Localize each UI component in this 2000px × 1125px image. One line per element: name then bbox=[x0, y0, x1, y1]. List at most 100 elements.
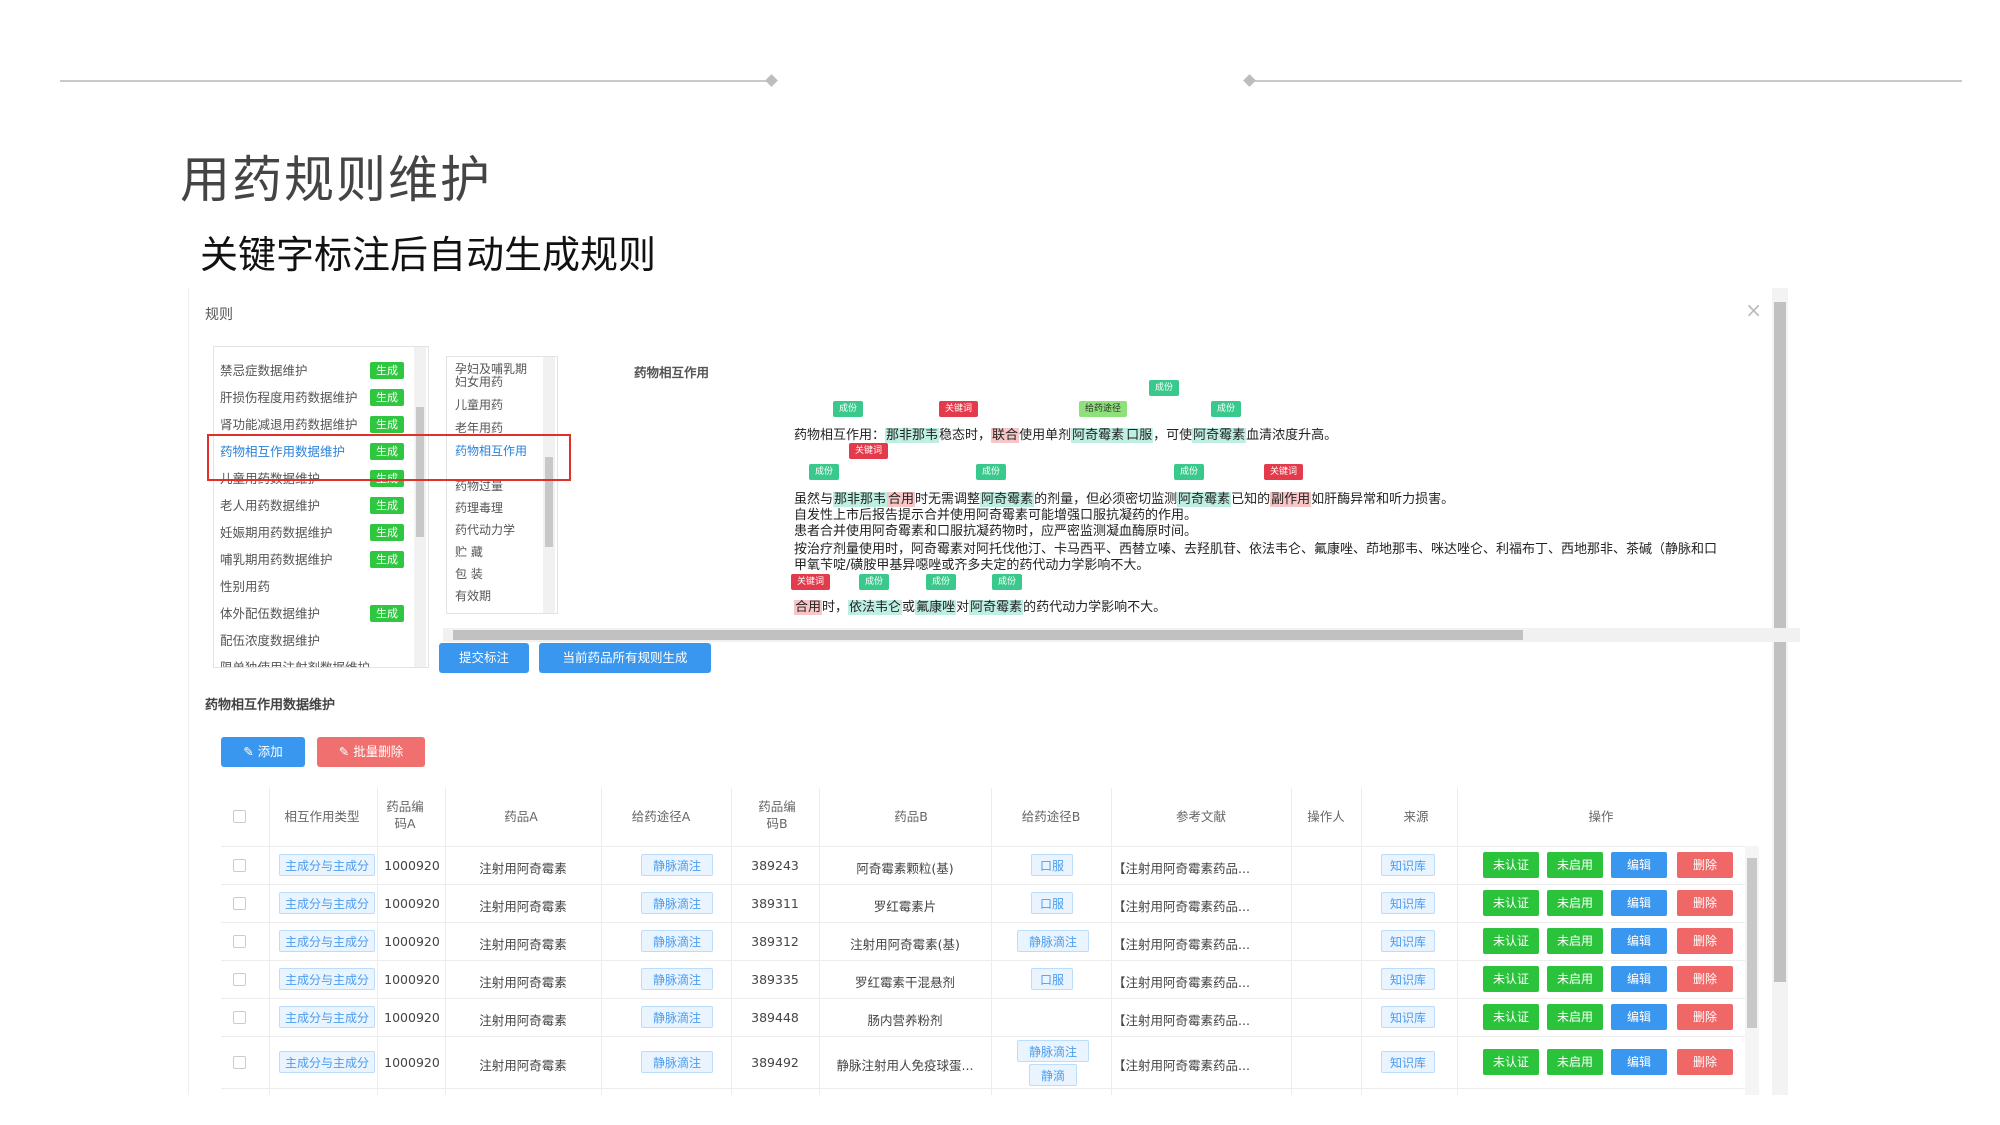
tag-keyword: 关键词 bbox=[791, 574, 831, 590]
tag-ingredient: 成份 bbox=[833, 401, 864, 417]
interaction-type-chip: 主成分与主成分 bbox=[279, 892, 375, 914]
rule-item[interactable]: 妊娠期用药数据维护 生成 bbox=[220, 519, 410, 546]
tag-ingredient: 成份 bbox=[1211, 401, 1242, 417]
column-divider bbox=[991, 788, 992, 1095]
route-b-chip: 静脉滴注 bbox=[1017, 930, 1089, 952]
delete-button[interactable]: 删除 bbox=[1677, 928, 1733, 954]
disabled-button[interactable]: 未启用 bbox=[1547, 966, 1603, 992]
row-checkbox[interactable] bbox=[233, 1011, 246, 1024]
unverified-button[interactable]: 未认证 bbox=[1483, 852, 1539, 878]
header-diamond-left bbox=[765, 74, 778, 87]
drug-code-a: 1000920 bbox=[384, 1055, 440, 1070]
line7-text: 对 bbox=[956, 600, 970, 615]
delete-button[interactable]: 删除 bbox=[1677, 852, 1733, 878]
select-all-checkbox[interactable] bbox=[233, 810, 246, 823]
annotation-hscrollbar[interactable] bbox=[443, 628, 1800, 642]
generate-badge[interactable]: 生成 bbox=[370, 389, 404, 406]
reference: 【注射用阿奇霉素药品... bbox=[1113, 1013, 1250, 1028]
keyword-ingredient[interactable]: 依法韦仑 bbox=[848, 600, 903, 615]
unverified-button[interactable]: 未认证 bbox=[1483, 928, 1539, 954]
unverified-button[interactable]: 未认证 bbox=[1483, 890, 1539, 916]
rule-item-label: 哺乳期用药数据维护 bbox=[220, 552, 333, 567]
table-scrollbar[interactable] bbox=[1745, 846, 1759, 1095]
delete-button[interactable]: 删除 bbox=[1677, 1004, 1733, 1030]
keyword-ingredient[interactable]: 那非那韦 bbox=[885, 428, 940, 443]
slide-title: 用药规则维护 bbox=[180, 151, 492, 209]
delete-button[interactable]: 删除 bbox=[1677, 966, 1733, 992]
rule-item[interactable]: 体外配伍数据维护 生成 bbox=[220, 600, 410, 627]
row-divider bbox=[221, 960, 1751, 961]
delete-button[interactable]: 删除 bbox=[1677, 1049, 1733, 1075]
unverified-button[interactable]: 未认证 bbox=[1483, 1049, 1539, 1075]
generate-badge[interactable]: 生成 bbox=[370, 524, 404, 541]
rule-item[interactable]: 禁忌症数据维护 生成 bbox=[220, 357, 410, 384]
keyword-ingredient[interactable]: 氟康唑 bbox=[915, 600, 957, 615]
rule-item[interactable]: 限单独使用注射剂数据维护 bbox=[220, 654, 410, 667]
annotation-line-1: 药物相互作用：那非那韦稳态时，联合使用单剂阿奇霉素 口服，可使阿奇霉素血清浓度升高… bbox=[794, 424, 1337, 443]
edit-button[interactable]: 编辑 bbox=[1611, 1049, 1667, 1075]
reference: 【注射用阿奇霉素药品... bbox=[1113, 975, 1250, 990]
drug-a: 注射用阿奇霉素 bbox=[479, 1013, 567, 1028]
keyword-ingredient[interactable]: 阿奇霉素 bbox=[1071, 428, 1126, 443]
keyword-action[interactable]: 副作用 bbox=[1270, 492, 1312, 507]
generate-badge[interactable]: 生成 bbox=[370, 362, 404, 379]
rule-list-scrollbar[interactable] bbox=[414, 347, 426, 667]
rule-item[interactable]: 老人用药数据维护 生成 bbox=[220, 492, 410, 519]
row-checkbox[interactable] bbox=[233, 1056, 246, 1069]
drug-b: 肠内营养粉剂 bbox=[867, 1013, 943, 1028]
edit-icon: ✎ bbox=[338, 744, 354, 759]
disabled-button[interactable]: 未启用 bbox=[1547, 1004, 1603, 1030]
row-checkbox[interactable] bbox=[233, 935, 246, 948]
add-button[interactable]: ✎ 添加 bbox=[221, 737, 305, 767]
row-checkbox[interactable] bbox=[233, 897, 246, 910]
line1-text: ，可使 bbox=[1153, 428, 1193, 443]
keyword-ingredient[interactable]: 阿奇霉素 bbox=[1192, 428, 1247, 443]
column-divider bbox=[1291, 788, 1292, 1095]
disabled-button[interactable]: 未启用 bbox=[1547, 1049, 1603, 1075]
submit-annotation-button[interactable]: 提交标注 bbox=[439, 643, 529, 673]
column-header: 药品编码A bbox=[386, 799, 424, 831]
keyword-action[interactable]: 合用 bbox=[794, 600, 823, 615]
reference: 【注射用阿奇霉素药品... bbox=[1113, 1058, 1250, 1073]
disabled-button[interactable]: 未启用 bbox=[1547, 852, 1603, 878]
keyword-route[interactable]: 口服 bbox=[1125, 428, 1154, 443]
edit-button[interactable]: 编辑 bbox=[1611, 928, 1667, 954]
edit-button[interactable]: 编辑 bbox=[1611, 890, 1667, 916]
unverified-button[interactable]: 未认证 bbox=[1483, 966, 1539, 992]
edit-button[interactable]: 编辑 bbox=[1611, 1004, 1667, 1030]
row-checkbox[interactable] bbox=[233, 859, 246, 872]
disabled-button[interactable]: 未启用 bbox=[1547, 890, 1603, 916]
rule-item[interactable]: 配伍浓度数据维护 bbox=[220, 627, 410, 654]
keyword-ingredient[interactable]: 阿奇霉素 bbox=[969, 600, 1024, 615]
generate-badge[interactable]: 生成 bbox=[370, 605, 404, 622]
drug-code-b: 389311 bbox=[751, 896, 799, 911]
tag-ingredient: 成份 bbox=[809, 464, 840, 480]
rule-item[interactable]: 性别用药 bbox=[220, 573, 410, 600]
rule-item-label: 体外配伍数据维护 bbox=[220, 606, 321, 621]
close-icon[interactable]: × bbox=[1745, 298, 1762, 322]
disabled-button[interactable]: 未启用 bbox=[1547, 928, 1603, 954]
tag-keyword: 关键词 bbox=[849, 443, 889, 459]
delete-button[interactable]: 删除 bbox=[1677, 890, 1733, 916]
row-checkbox[interactable] bbox=[233, 973, 246, 986]
rule-item[interactable]: 肝损伤程度用药数据维护 生成 bbox=[220, 384, 410, 411]
edit-button[interactable]: 编辑 bbox=[1611, 852, 1667, 878]
column-header: 操作人 bbox=[1307, 809, 1345, 824]
tag-ingredient: 成份 bbox=[926, 574, 957, 590]
rule-item-label: 禁忌症数据维护 bbox=[220, 363, 308, 378]
keyword-action[interactable]: 联合 bbox=[991, 428, 1020, 443]
header-line-left bbox=[60, 80, 772, 82]
batch-delete-button[interactable]: ✎ 批量删除 bbox=[317, 737, 425, 767]
edit-button[interactable]: 编辑 bbox=[1611, 966, 1667, 992]
header-line-right bbox=[1250, 80, 1962, 82]
annotation-hscrollbar-thumb[interactable] bbox=[453, 630, 1523, 640]
table-scrollbar-thumb[interactable] bbox=[1747, 858, 1757, 1028]
generate-badge[interactable]: 生成 bbox=[370, 551, 404, 568]
unverified-button[interactable]: 未认证 bbox=[1483, 1004, 1539, 1030]
generate-badge[interactable]: 生成 bbox=[370, 497, 404, 514]
generate-all-rules-button[interactable]: 当前药品所有规则生成 bbox=[539, 643, 711, 673]
annotation-line-6: 甲氧苄啶/磺胺甲基异噁唑或齐多夫定的药代动力学影响不大。 bbox=[794, 558, 1150, 573]
rule-item[interactable]: 哺乳期用药数据维护 生成 bbox=[220, 546, 410, 573]
generate-badge[interactable]: 生成 bbox=[370, 416, 404, 433]
row-divider bbox=[221, 1036, 1751, 1037]
